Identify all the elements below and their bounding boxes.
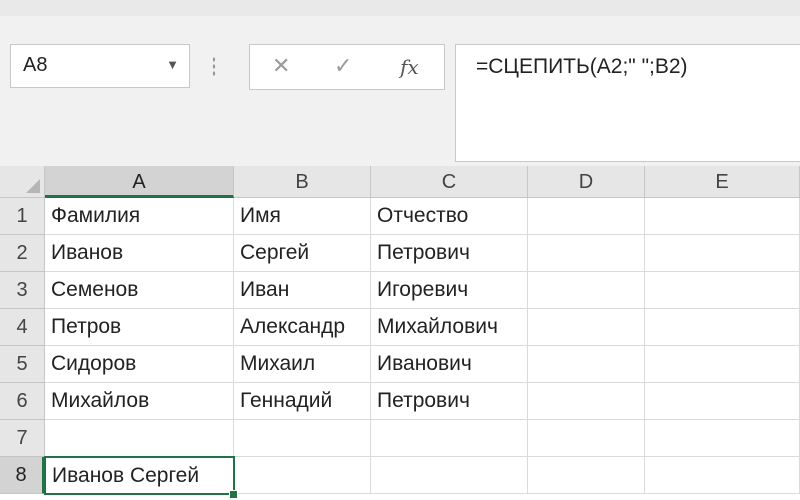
row-header[interactable]: 8 xyxy=(0,457,45,494)
formula-bar-area: A8 ▼ ✕ ✓ fx =СЦЕПИТЬ(A2;" ";B2) xyxy=(0,16,800,166)
cell-b3[interactable]: Иван xyxy=(234,272,371,309)
cell-c3[interactable]: Игоревич xyxy=(371,272,528,309)
cell-b7[interactable] xyxy=(234,420,371,457)
cell-d1[interactable] xyxy=(528,198,645,235)
cell-c5[interactable]: Иванович xyxy=(371,346,528,383)
row-header[interactable]: 6 xyxy=(0,383,45,420)
cell-b1[interactable]: Имя xyxy=(234,198,371,235)
cell-c7[interactable] xyxy=(371,420,528,457)
cell-e1[interactable] xyxy=(645,198,800,235)
cell-b4[interactable]: Александр xyxy=(234,309,371,346)
cell-e8[interactable] xyxy=(645,457,800,494)
cell-d7[interactable] xyxy=(528,420,645,457)
formula-buttons: ✕ ✓ fx xyxy=(249,44,445,90)
cell-e3[interactable] xyxy=(645,272,800,309)
cell-e5[interactable] xyxy=(645,346,800,383)
cell-b5[interactable]: Михаил xyxy=(234,346,371,383)
select-all-button[interactable] xyxy=(0,166,45,198)
cell-e7[interactable] xyxy=(645,420,800,457)
row-header[interactable]: 7 xyxy=(0,420,45,457)
cell-e6[interactable] xyxy=(645,383,800,420)
cell-b6[interactable]: Геннадий xyxy=(234,383,371,420)
cell-a5[interactable]: Сидоров xyxy=(45,346,234,383)
cell-b8[interactable] xyxy=(234,457,371,494)
column-header-a[interactable]: A xyxy=(45,166,234,198)
column-header-d[interactable]: D xyxy=(528,166,645,198)
fill-handle[interactable] xyxy=(229,490,238,499)
insert-function-icon[interactable]: fx xyxy=(400,55,419,79)
cell-c1[interactable]: Отчество xyxy=(371,198,528,235)
select-all-icon xyxy=(26,179,40,193)
cell-c6[interactable]: Петрович xyxy=(371,383,528,420)
cell-a1[interactable]: Фамилия xyxy=(45,198,234,235)
chevron-down-icon[interactable]: ▼ xyxy=(166,57,179,72)
cell-c4[interactable]: Михайлович xyxy=(371,309,528,346)
row-header[interactable]: 2 xyxy=(0,235,45,272)
cell-d8[interactable] xyxy=(528,457,645,494)
cell-e4[interactable] xyxy=(645,309,800,346)
cell-a7[interactable] xyxy=(45,420,234,457)
cell-d6[interactable] xyxy=(528,383,645,420)
enter-icon[interactable]: ✓ xyxy=(334,53,352,79)
cell-b2[interactable]: Сергей xyxy=(234,235,371,272)
cancel-icon[interactable]: ✕ xyxy=(272,53,290,79)
title-bar-strip xyxy=(0,0,800,17)
column-header-c[interactable]: C xyxy=(371,166,528,198)
name-box-value: A8 xyxy=(23,54,48,76)
cell-a6[interactable]: Михайлов xyxy=(45,383,234,420)
cell-a3[interactable]: Семенов xyxy=(45,272,234,309)
cell-a2[interactable]: Иванов xyxy=(45,235,234,272)
column-header-b[interactable]: B xyxy=(234,166,371,198)
cell-e2[interactable] xyxy=(645,235,800,272)
row-header[interactable]: 4 xyxy=(0,309,45,346)
cell-d5[interactable] xyxy=(528,346,645,383)
cell-d2[interactable] xyxy=(528,235,645,272)
cell-d4[interactable] xyxy=(528,309,645,346)
row-header[interactable]: 3 xyxy=(0,272,45,309)
name-box[interactable]: A8 ▼ xyxy=(10,44,190,88)
cell-c8[interactable] xyxy=(371,457,528,494)
column-header-e[interactable]: E xyxy=(645,166,800,198)
cell-a4[interactable]: Петров xyxy=(45,309,234,346)
row-header[interactable]: 5 xyxy=(0,346,45,383)
grip-handle-icon[interactable] xyxy=(212,56,216,78)
cell-c2[interactable]: Петрович xyxy=(371,235,528,272)
row-header[interactable]: 1 xyxy=(0,198,45,235)
cell-a8-active[interactable]: Иванов Сергей xyxy=(44,456,235,495)
formula-input[interactable]: =СЦЕПИТЬ(A2;" ";B2) xyxy=(455,44,800,162)
sheet-grid: A B C D E 1 Фамилия Имя Отчество 2 Ивано… xyxy=(0,166,800,500)
formula-text: =СЦЕПИТЬ(A2;" ";B2) xyxy=(476,55,688,78)
cell-d3[interactable] xyxy=(528,272,645,309)
